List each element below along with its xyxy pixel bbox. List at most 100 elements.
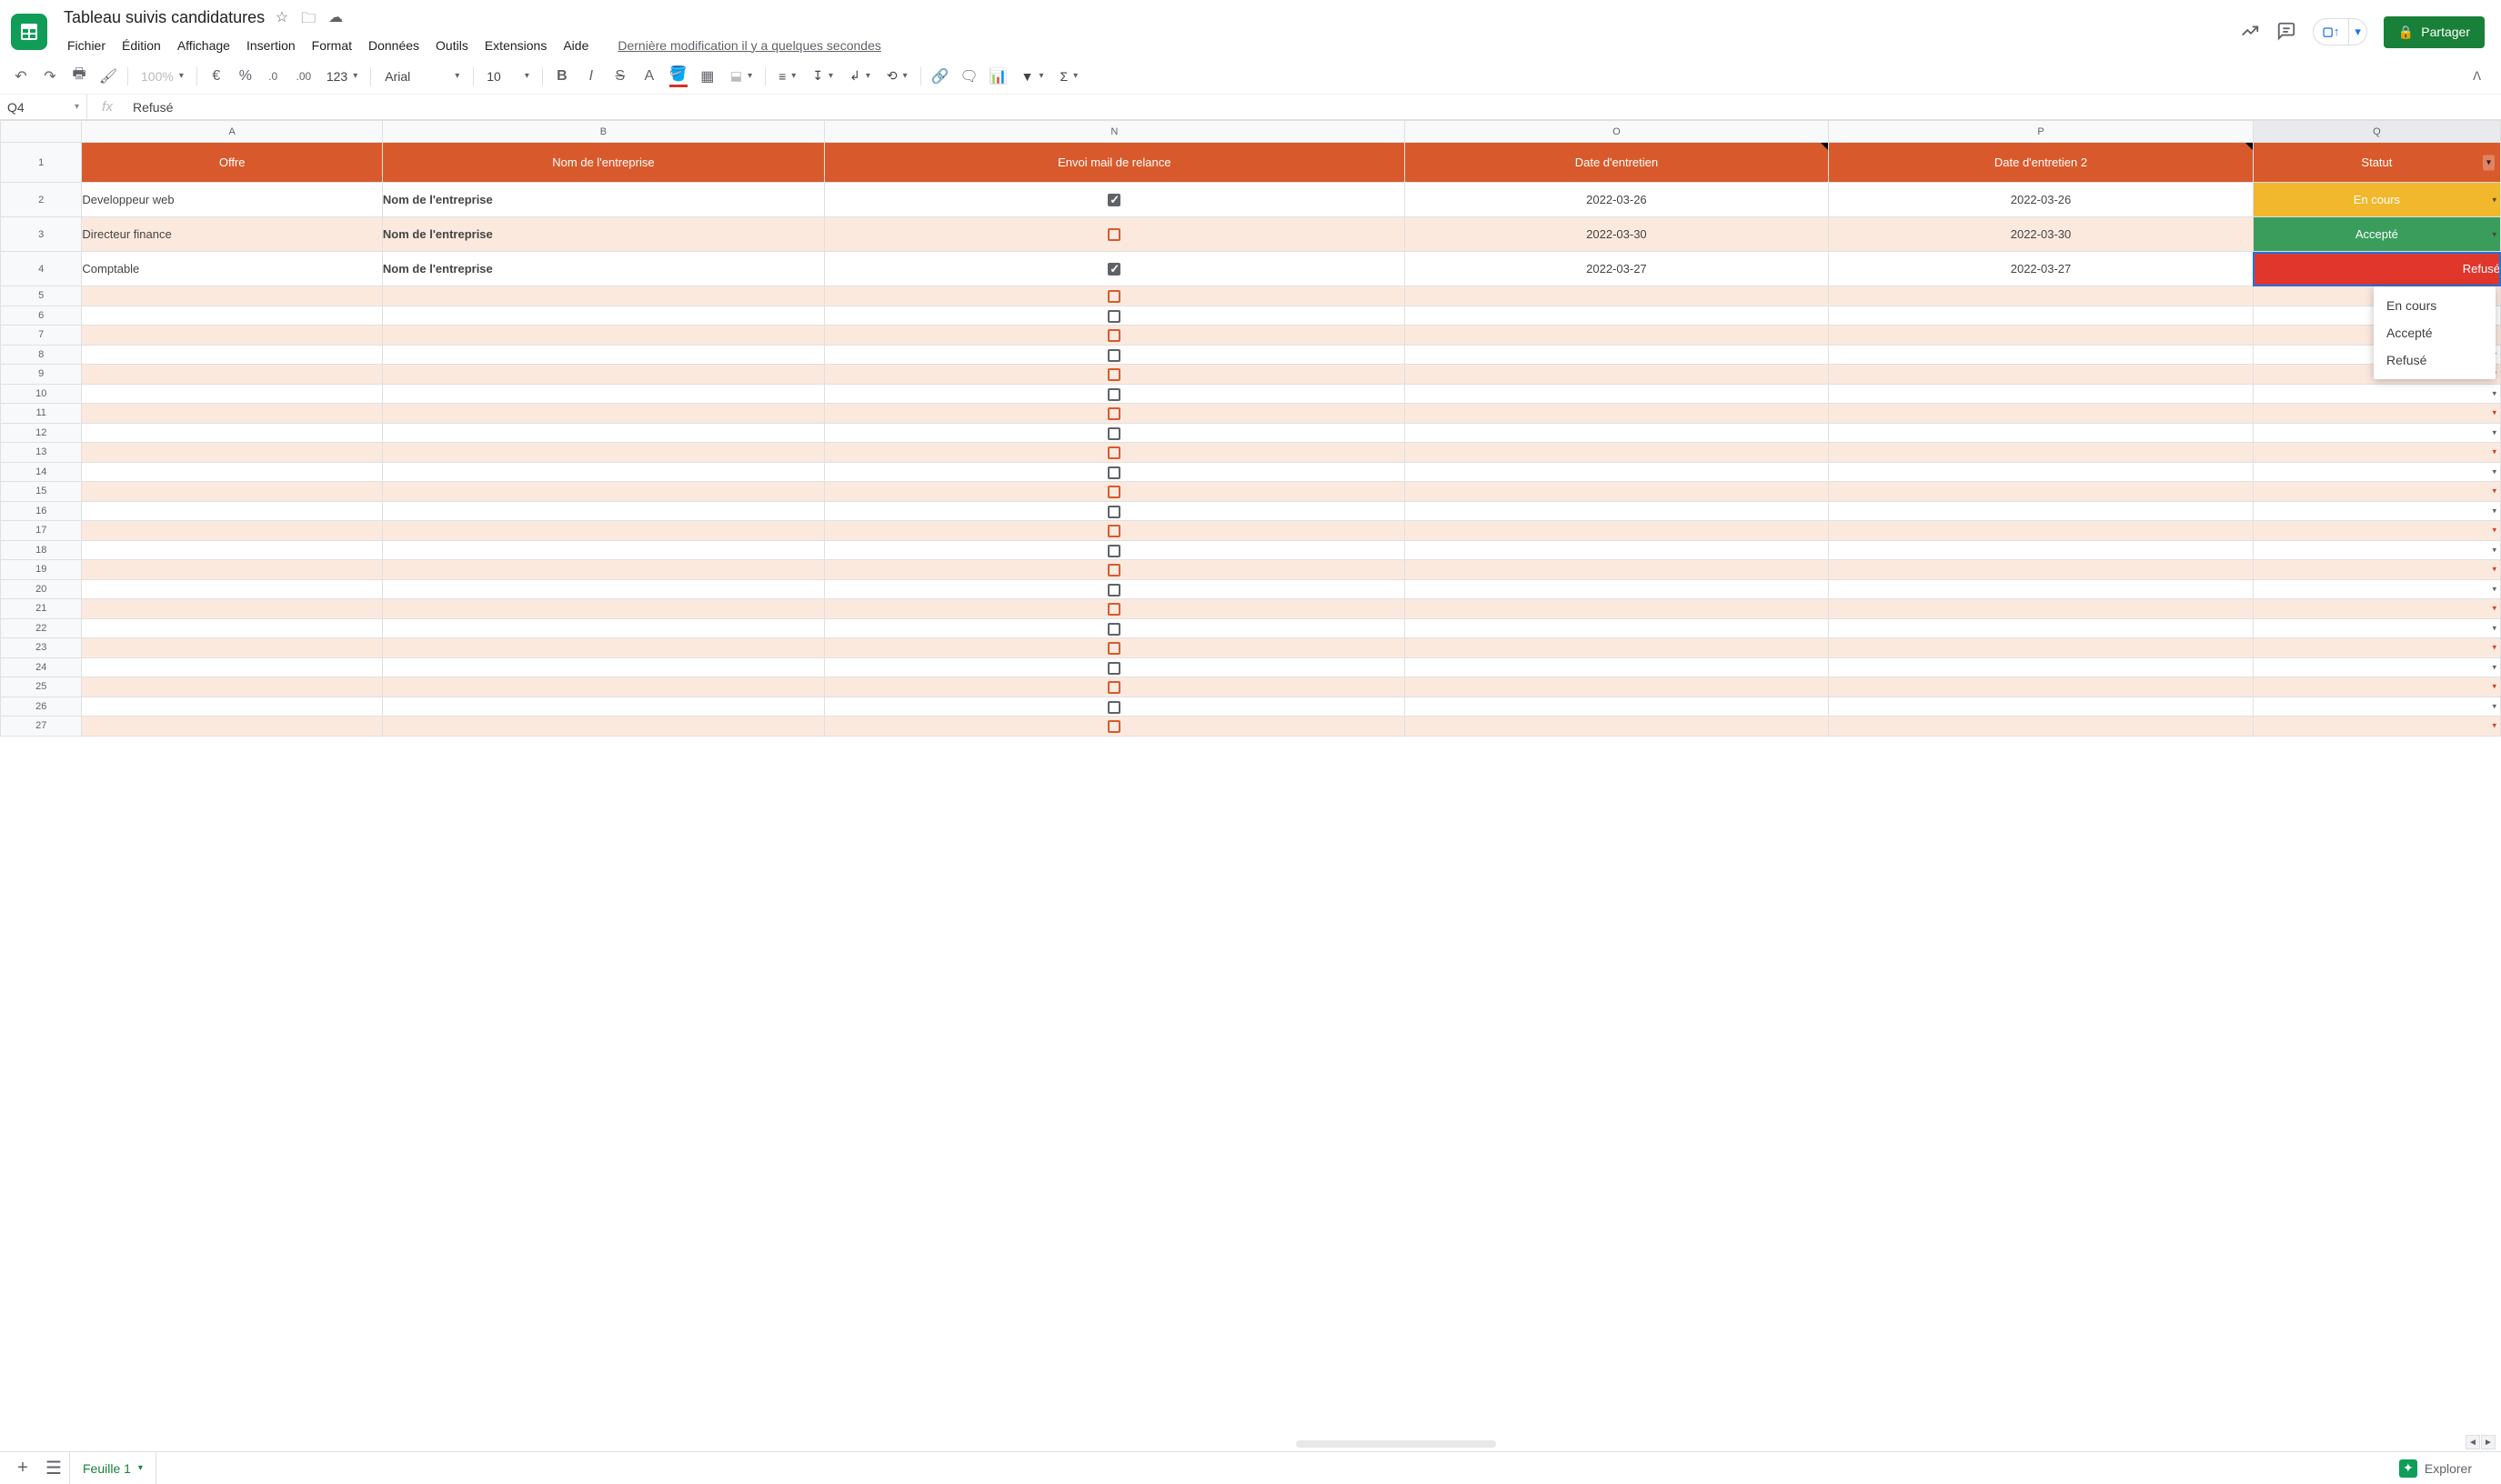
cell[interactable]: ▾: [2253, 462, 2500, 482]
name-box[interactable]: Q4▾: [0, 95, 87, 119]
dropdown-icon[interactable]: ▾: [2492, 701, 2496, 711]
checkbox-icon[interactable]: [1108, 642, 1120, 655]
dropdown-icon[interactable]: ▾: [2492, 662, 2496, 672]
row-header-8[interactable]: 8: [1, 345, 82, 365]
number-format-combo[interactable]: 123▾: [319, 65, 365, 88]
collapse-toolbar-icon[interactable]: ᐱ: [2473, 69, 2494, 84]
sheet-tab[interactable]: Feuille 1 ▾: [69, 1452, 156, 1484]
row-header-4[interactable]: 4: [1, 252, 82, 286]
menu-extensions[interactable]: Extensions: [477, 35, 554, 56]
checkbox-icon[interactable]: [1108, 603, 1120, 616]
dropdown-icon[interactable]: ▾: [2492, 486, 2496, 496]
header-cell-P[interactable]: Date d'entretien 2: [1829, 143, 2254, 183]
zoom-combo[interactable]: 100%▾: [134, 65, 191, 88]
dropdown-icon[interactable]: ▾: [2492, 229, 2496, 239]
cell[interactable]: [82, 443, 383, 463]
cell[interactable]: [382, 540, 824, 560]
cell[interactable]: [1829, 638, 2254, 658]
row-header-19[interactable]: 19: [1, 560, 82, 580]
comment-button[interactable]: 🗨: [956, 63, 983, 90]
row-header-25[interactable]: 25: [1, 677, 82, 697]
cell[interactable]: [1829, 404, 2254, 424]
scroll-left-button[interactable]: ◄: [2466, 1435, 2480, 1449]
cell[interactable]: [382, 443, 824, 463]
row-header-23[interactable]: 23: [1, 638, 82, 658]
cell[interactable]: [1829, 384, 2254, 404]
cell[interactable]: [382, 521, 824, 541]
cell[interactable]: [82, 599, 383, 619]
row-header-15[interactable]: 15: [1, 482, 82, 502]
cell[interactable]: [82, 384, 383, 404]
cell-offre[interactable]: Developpeur web: [82, 183, 383, 217]
cell[interactable]: [82, 286, 383, 306]
chart-button[interactable]: 📊: [985, 63, 1012, 90]
validation-dropdown[interactable]: En coursAcceptéRefusé: [2374, 286, 2496, 379]
cell[interactable]: [82, 657, 383, 677]
dropdown-icon[interactable]: ▾: [2492, 623, 2496, 633]
percent-button[interactable]: %: [232, 63, 259, 90]
row-header-10[interactable]: 10: [1, 384, 82, 404]
cell[interactable]: ▾: [2253, 423, 2500, 443]
cell[interactable]: [382, 560, 824, 580]
filter-icon[interactable]: ▾: [2483, 155, 2495, 170]
cell[interactable]: [382, 697, 824, 717]
cell[interactable]: [82, 618, 383, 638]
row-header-24[interactable]: 24: [1, 657, 82, 677]
cell[interactable]: [1829, 482, 2254, 502]
cell-offre[interactable]: Directeur finance: [82, 217, 383, 252]
cell[interactable]: [824, 521, 1404, 541]
formula-bar[interactable]: Refusé: [127, 100, 173, 115]
cell[interactable]: [382, 638, 824, 658]
last-edit-link[interactable]: Dernière modification il y a quelques se…: [610, 35, 889, 56]
text-color-button[interactable]: A: [636, 63, 663, 90]
checkbox-icon[interactable]: [1108, 263, 1120, 276]
row-header-7[interactable]: 7: [1, 326, 82, 346]
cell[interactable]: [824, 345, 1404, 365]
move-icon[interactable]: 🗀: [301, 8, 316, 33]
checkbox-icon[interactable]: [1108, 329, 1120, 342]
cell[interactable]: [1404, 618, 1829, 638]
dropdown-icon[interactable]: ▾: [2492, 466, 2496, 476]
cell[interactable]: [382, 345, 824, 365]
cell[interactable]: [1829, 697, 2254, 717]
cell-relance[interactable]: [824, 217, 1404, 252]
cell[interactable]: ▾: [2253, 657, 2500, 677]
cell[interactable]: [82, 717, 383, 737]
menu-édition[interactable]: Édition: [115, 35, 168, 56]
cell[interactable]: [1404, 482, 1829, 502]
dropdown-icon[interactable]: ▾: [2492, 526, 2496, 536]
dropdown-icon[interactable]: ▾: [2492, 682, 2496, 692]
row-header-6[interactable]: 6: [1, 306, 82, 326]
cell[interactable]: [1404, 306, 1829, 326]
cell[interactable]: [82, 540, 383, 560]
cell[interactable]: [382, 306, 824, 326]
cell[interactable]: [1829, 521, 2254, 541]
cell[interactable]: [82, 482, 383, 502]
cell[interactable]: [824, 657, 1404, 677]
cell-date2[interactable]: 2022-03-27: [1829, 252, 2254, 286]
menu-affichage[interactable]: Affichage: [170, 35, 237, 56]
validation-option[interactable]: En cours: [2374, 292, 2496, 319]
cell[interactable]: [1829, 579, 2254, 599]
italic-button[interactable]: I: [578, 63, 605, 90]
cell-date2[interactable]: 2022-03-26: [1829, 183, 2254, 217]
cell[interactable]: [1404, 717, 1829, 737]
row-header-14[interactable]: 14: [1, 462, 82, 482]
cell[interactable]: [1404, 638, 1829, 658]
menu-fichier[interactable]: Fichier: [60, 35, 113, 56]
checkbox-icon[interactable]: [1108, 525, 1120, 537]
checkbox-icon[interactable]: [1108, 701, 1120, 714]
cell[interactable]: ▾: [2253, 618, 2500, 638]
dropdown-icon[interactable]: ▾: [2492, 565, 2496, 575]
checkbox-icon[interactable]: [1108, 388, 1120, 401]
cell[interactable]: [1829, 618, 2254, 638]
cell[interactable]: [82, 677, 383, 697]
cell[interactable]: [382, 482, 824, 502]
cell[interactable]: ▾: [2253, 697, 2500, 717]
checkbox-icon[interactable]: [1108, 194, 1120, 206]
cell[interactable]: [1829, 365, 2254, 385]
link-button[interactable]: 🔗: [927, 63, 954, 90]
cell[interactable]: ▾: [2253, 443, 2500, 463]
col-header-A[interactable]: A: [82, 121, 383, 143]
cell[interactable]: ▾: [2253, 482, 2500, 502]
